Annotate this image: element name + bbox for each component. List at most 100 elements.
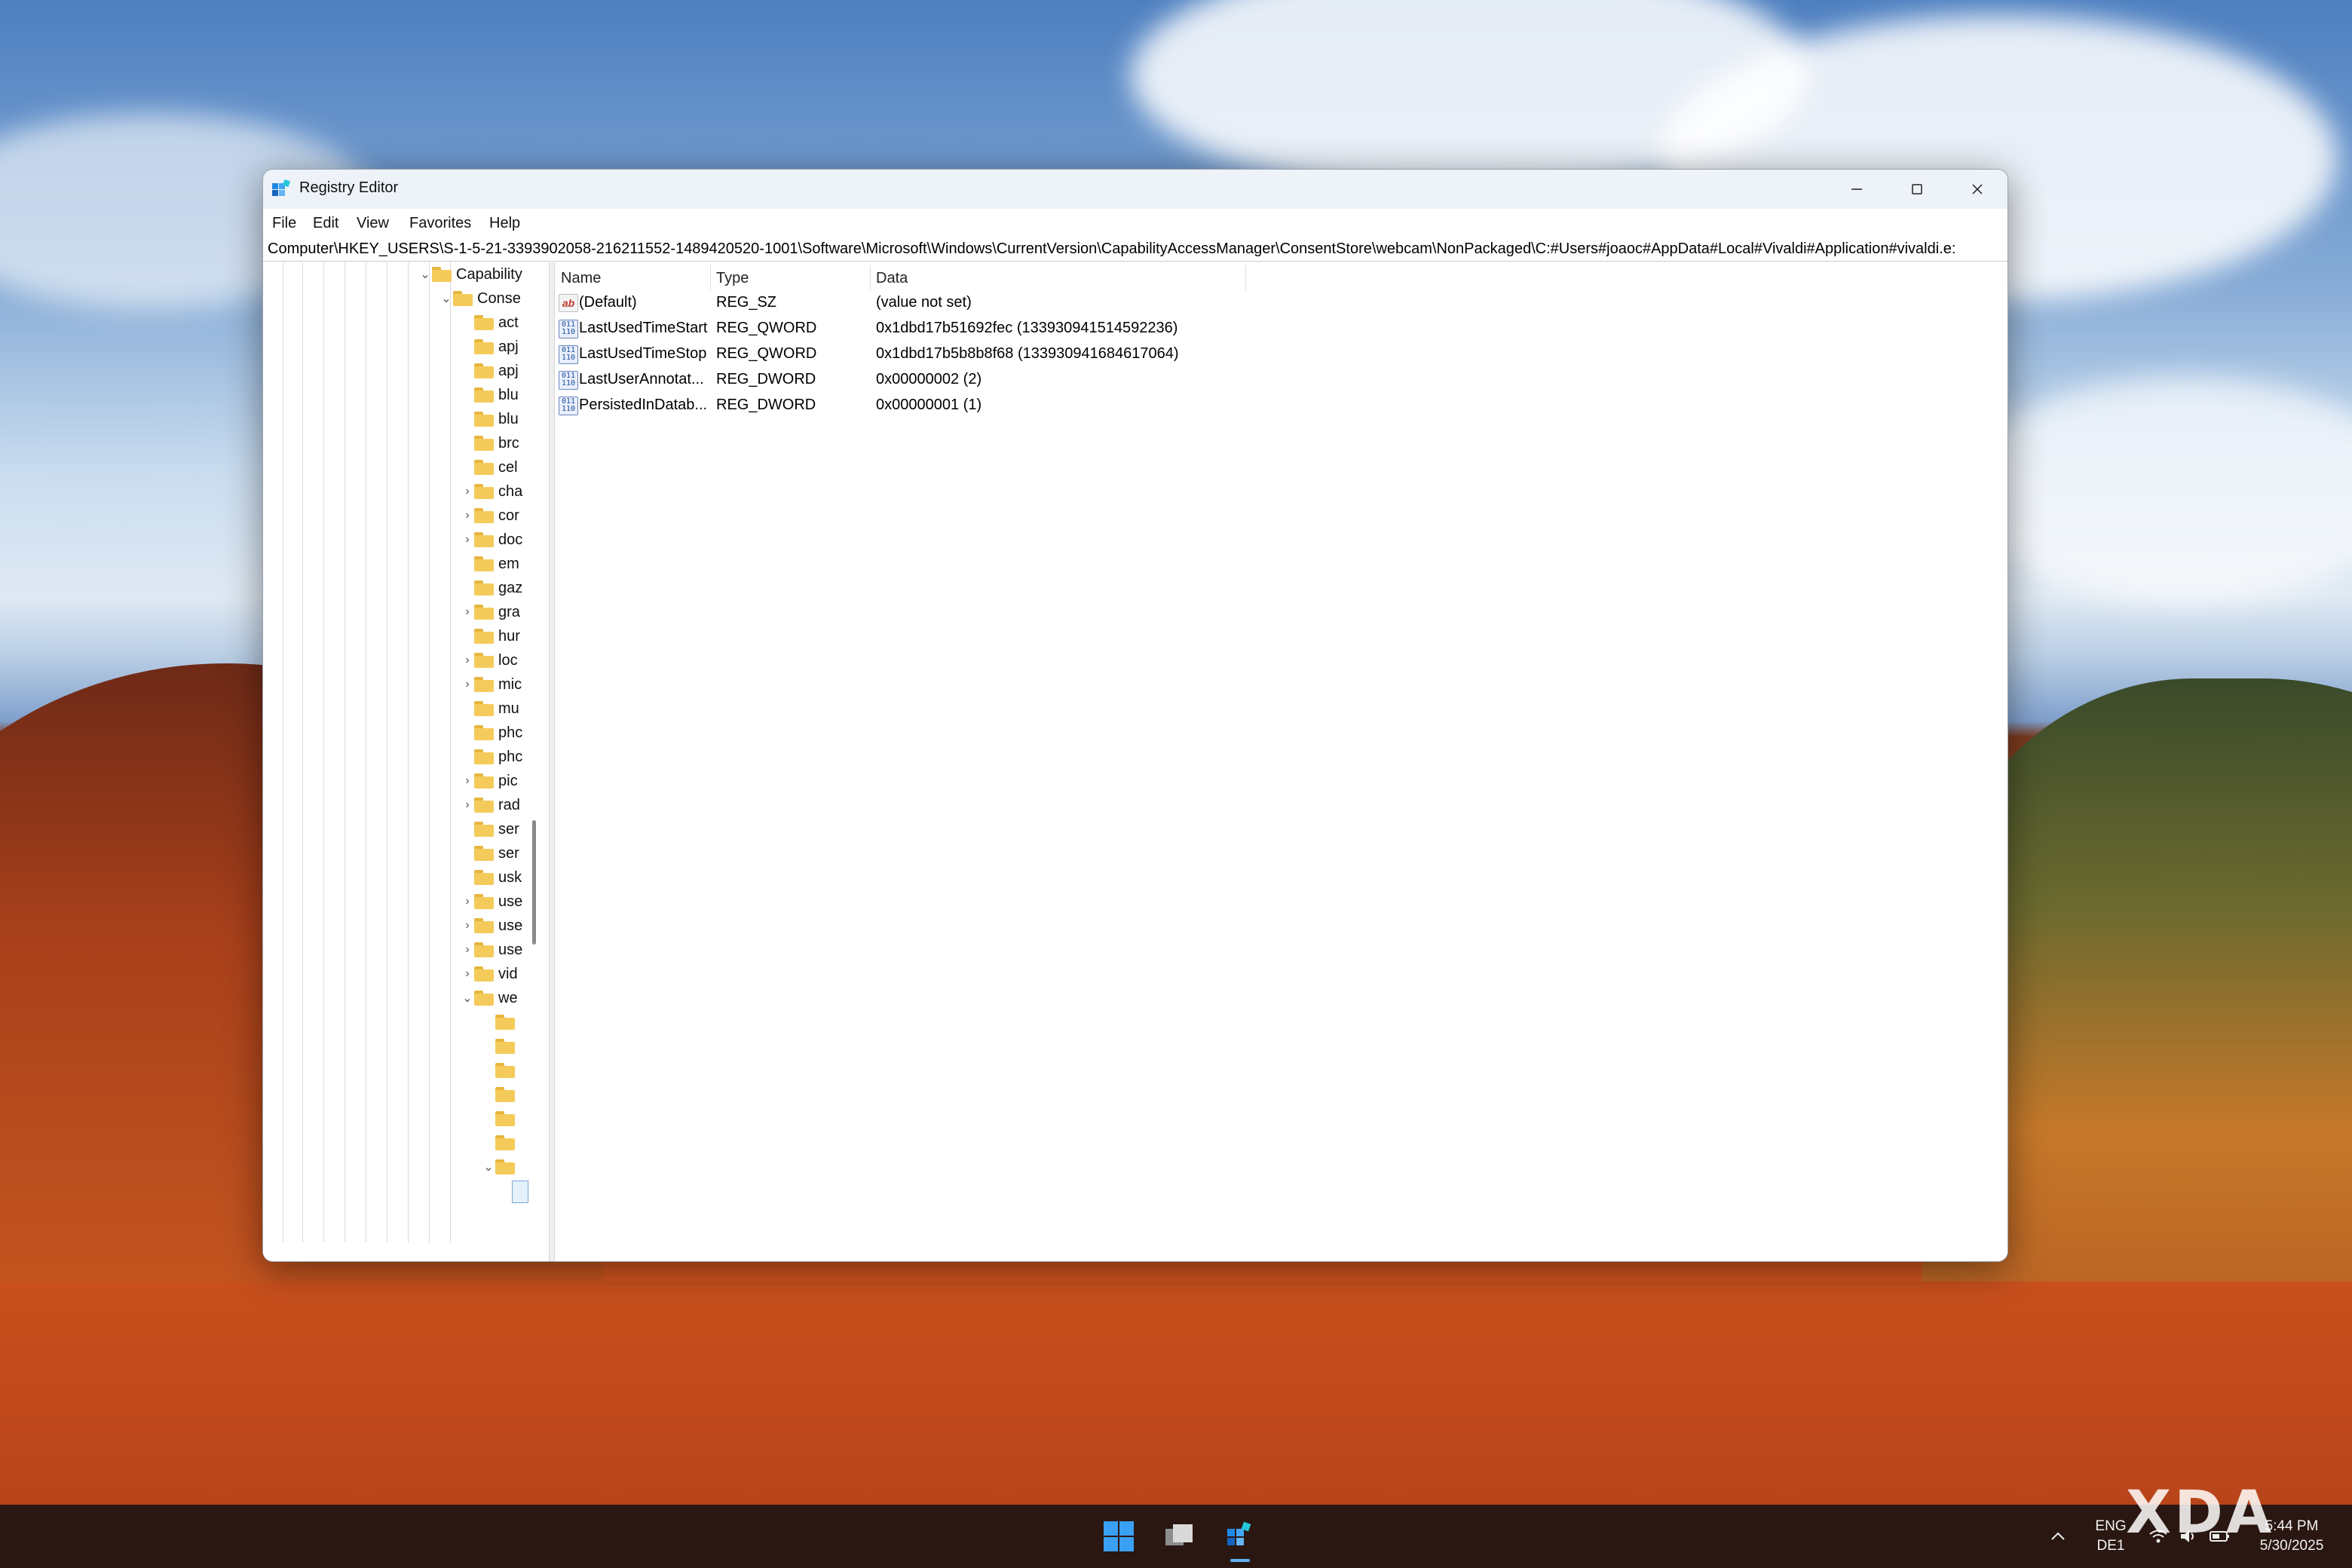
- tree-item-apj[interactable]: apj: [461, 359, 519, 383]
- column-header-name[interactable]: Name: [561, 270, 601, 287]
- tree-item-use[interactable]: › use: [461, 890, 522, 914]
- tree-item-pic[interactable]: › pic: [461, 769, 517, 793]
- tree-item-use[interactable]: › use: [461, 914, 522, 938]
- column-header-type[interactable]: Type: [716, 270, 749, 287]
- tree-item-hur[interactable]: hur: [461, 624, 520, 648]
- tree-item-consent[interactable]: ⌄ Conse: [439, 286, 521, 311]
- tree-item-capability[interactable]: ⌄ Capability: [418, 262, 522, 286]
- tree-item-rad[interactable]: › rad: [461, 793, 520, 817]
- column-divider[interactable]: [710, 265, 711, 291]
- values-list-pane[interactable]: Name Type Data ab (Default) REG_SZ (value n…: [555, 262, 2007, 1261]
- key-tree-pane[interactable]: ⌄ Capability ⌄ Conse act apj apj blu blu brc cel › c…: [263, 262, 548, 1261]
- tree-item-doc[interactable]: › doc: [461, 528, 522, 552]
- collapsed-chevron-icon[interactable]: ›: [461, 798, 474, 812]
- tree-item-cha[interactable]: › cha: [461, 479, 522, 504]
- tree-subkey[interactable]: [482, 1034, 519, 1058]
- menu-edit[interactable]: Edit: [313, 215, 338, 232]
- tree-item-apj[interactable]: apj: [461, 335, 519, 359]
- tree-item-ser[interactable]: ser: [461, 841, 519, 865]
- tree-item-label: phc: [498, 748, 523, 765]
- menu-help[interactable]: Help: [489, 215, 520, 232]
- tree-item-gra[interactable]: › gra: [461, 600, 520, 624]
- tree-item-blu[interactable]: blu: [461, 383, 519, 407]
- value-type: REG_QWORD: [716, 345, 817, 362]
- task-view-icon[interactable]: [1161, 1518, 1197, 1554]
- title-bar[interactable]: Registry Editor: [263, 170, 2007, 209]
- collapsed-chevron-icon[interactable]: ›: [461, 533, 474, 547]
- tree-item-vid[interactable]: › vid: [461, 962, 517, 986]
- tree-item-ser[interactable]: ser: [461, 817, 519, 841]
- registry-editor-window[interactable]: Registry Editor File Edit View Favorites…: [262, 169, 2008, 1262]
- pane-splitter[interactable]: [549, 262, 555, 1261]
- address-bar[interactable]: Computer\HKEY_USERS\S-1-5-21-3393902058-…: [268, 237, 2003, 260]
- value-row[interactable]: 011 110 LastUserAnnotat... REG_DWORD 0x00000…: [555, 366, 1233, 392]
- tree-item-use[interactable]: › use: [461, 938, 522, 962]
- expand-chevron-icon[interactable]: ⌄: [418, 267, 432, 282]
- collapsed-chevron-icon[interactable]: ›: [461, 967, 474, 981]
- tree-item-blu[interactable]: blu: [461, 407, 519, 431]
- menu-file[interactable]: File: [272, 215, 296, 232]
- value-row[interactable]: 011 110 LastUsedTimeStop REG_QWORD 0x1dbd17b…: [555, 341, 1233, 366]
- tree-vertical-scrollbar[interactable]: [532, 820, 536, 945]
- windows-start-icon[interactable]: [1101, 1518, 1137, 1554]
- folder-icon: [474, 725, 494, 740]
- selected-key-highlight[interactable]: [512, 1181, 528, 1203]
- tree-item-we[interactable]: ⌄ we: [461, 986, 517, 1010]
- maximize-button[interactable]: [1887, 170, 1947, 209]
- folder-icon: [474, 556, 494, 571]
- tree-subkey[interactable]: [482, 1107, 519, 1131]
- collapsed-chevron-icon[interactable]: ›: [461, 509, 474, 522]
- tree-subkey[interactable]: [482, 1131, 519, 1155]
- menu-favorites[interactable]: Favorites: [409, 215, 471, 232]
- column-divider[interactable]: [1245, 265, 1246, 291]
- value-row[interactable]: 011 110 PersistedInDatab... REG_DWORD 0x0000…: [555, 392, 1233, 418]
- value-row[interactable]: ab (Default) REG_SZ (value not set): [555, 289, 1233, 315]
- tree-subkey-expanded[interactable]: ⌄: [482, 1155, 519, 1179]
- collapsed-chevron-icon[interactable]: ›: [461, 485, 474, 498]
- menu-view[interactable]: View: [357, 215, 389, 232]
- column-divider[interactable]: [870, 265, 871, 291]
- value-row[interactable]: 011 110 LastUsedTimeStart REG_QWORD 0x1dbd17…: [555, 315, 1233, 341]
- tree-guide-line: [450, 262, 451, 1242]
- tree-item-brc[interactable]: brc: [461, 431, 519, 455]
- expand-chevron-icon[interactable]: ⌄: [461, 991, 474, 1006]
- expand-chevron-icon[interactable]: ⌄: [439, 291, 453, 306]
- tree-subkey[interactable]: [482, 1058, 519, 1083]
- tree-item-label: usk: [498, 868, 522, 886]
- collapsed-chevron-icon[interactable]: ›: [461, 605, 474, 619]
- minimize-button[interactable]: [1827, 170, 1887, 209]
- tree-item-cor[interactable]: › cor: [461, 504, 519, 528]
- tree-item-act[interactable]: act: [461, 311, 519, 335]
- tree-guide-line: [323, 262, 324, 1242]
- tree-item-cel[interactable]: cel: [461, 455, 518, 479]
- xda-watermark: XDA: [2126, 1479, 2275, 1547]
- tree-item-em[interactable]: em: [461, 552, 519, 576]
- collapsed-chevron-icon[interactable]: ›: [461, 943, 474, 957]
- column-header-data[interactable]: Data: [876, 270, 908, 287]
- registry-editor-taskbar-icon[interactable]: [1221, 1518, 1257, 1554]
- tree-item-label: hur: [498, 627, 520, 645]
- tree-item-mic[interactable]: › mic: [461, 672, 522, 697]
- tree-item-phc[interactable]: phc: [461, 721, 522, 745]
- tree-subkey[interactable]: [482, 1083, 519, 1107]
- collapsed-chevron-icon[interactable]: ›: [461, 654, 474, 667]
- tree-subkey[interactable]: [482, 1010, 519, 1034]
- collapsed-chevron-icon[interactable]: ›: [461, 774, 474, 788]
- tree-item-gaz[interactable]: gaz: [461, 576, 522, 600]
- value-data: 0x00000001 (1): [876, 397, 982, 413]
- tree-item-loc[interactable]: › loc: [461, 648, 517, 672]
- collapsed-chevron-icon[interactable]: ›: [461, 895, 474, 908]
- expand-chevron-icon[interactable]: ⌄: [482, 1159, 495, 1174]
- tree-item-label: Capability: [456, 265, 522, 283]
- close-button[interactable]: [1947, 170, 2007, 209]
- chevron-up-icon[interactable]: [2049, 1527, 2067, 1545]
- tree-item-usk[interactable]: usk: [461, 865, 522, 890]
- folder-icon: [495, 1039, 515, 1054]
- collapsed-chevron-icon[interactable]: ›: [461, 919, 474, 933]
- folder-icon: [474, 412, 494, 427]
- collapsed-chevron-icon[interactable]: ›: [461, 678, 474, 691]
- tree-item-mu[interactable]: mu: [461, 697, 519, 721]
- tree-item-phc[interactable]: phc: [461, 745, 522, 769]
- tree-item-label: Conse: [477, 289, 521, 307]
- tree-item-label: blu: [498, 410, 519, 427]
